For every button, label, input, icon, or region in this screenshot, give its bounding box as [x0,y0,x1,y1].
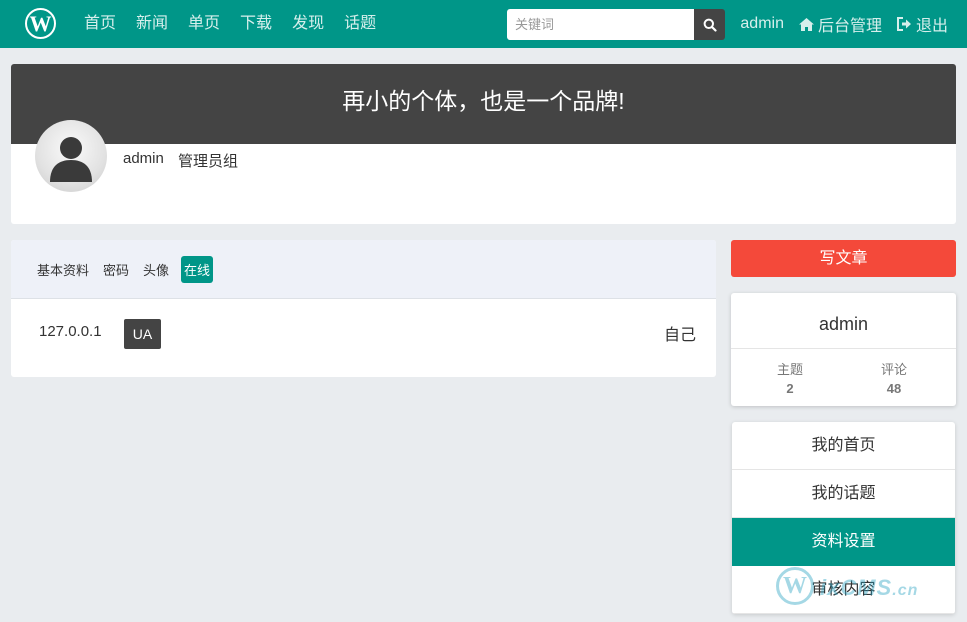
stat-topics[interactable]: 主题 2 [750,359,830,396]
nav-link-download[interactable]: 下载 [240,0,272,48]
nav-link-single-page[interactable]: 单页 [188,0,220,48]
stats-username: admin [731,293,956,349]
nav-link-news[interactable]: 新闻 [136,0,168,48]
menu-item-my-home[interactable]: 我的首页 [732,422,955,470]
session-ip: 127.0.0.1 [39,323,102,340]
tab-avatar[interactable]: 头像 [141,257,171,282]
user-link[interactable]: admin [740,15,784,33]
stat-comments-label: 评论 [880,362,907,377]
nav-right: admin 后台管理 退出 [725,0,948,48]
nav-link-topics[interactable]: 话题 [344,0,376,48]
profile-username: admin [123,150,164,167]
logout-link[interactable]: 退出 [896,12,948,36]
stat-topics-label: 主题 [776,362,803,377]
stat-comments-value: 48 [886,381,902,396]
nav-link-discover[interactable]: 发现 [292,0,324,48]
search-box [507,9,725,40]
nav-links: 首页 新闻 单页 下载 发现 话题 [84,0,396,48]
search-button[interactable] [694,9,725,40]
top-navbar: W 首页 新闻 单页 下载 发现 话题 admin 后台管理 [0,0,967,48]
profile-group: 管理员组 [178,153,239,170]
profile-card: 再小的个体，也是一个品牌! admin 管理员组 [11,64,956,224]
user-stats-card: admin 主题 2 评论 48 [731,293,956,406]
side-menu: 我的首页 我的话题 资料设置 审核内容 [732,422,955,614]
home-icon [798,17,814,31]
session-owner: 自己 [663,327,696,344]
logout-label: 退出 [915,18,948,35]
stat-comments[interactable]: 评论 48 [854,359,934,396]
search-input[interactable] [507,9,694,40]
user-silhouette-icon [50,137,92,182]
avatar[interactable] [35,120,107,192]
menu-item-review-content[interactable]: 审核内容 [732,566,955,614]
admin-link-label: 后台管理 [817,18,882,35]
stat-topics-value: 2 [786,381,794,396]
ua-badge[interactable]: UA [124,319,161,349]
logout-icon [896,17,911,31]
tab-online[interactable]: 在线 [181,255,214,283]
profile-slogan: 再小的个体，也是一个品牌! [11,64,956,144]
tab-basic-info[interactable]: 基本资料 [35,257,91,282]
admin-link[interactable]: 后台管理 [798,12,882,36]
session-row: 127.0.0.1 UA 自己 [11,299,716,377]
search-icon [703,18,717,32]
nav-link-home[interactable]: 首页 [84,0,116,48]
main-panel: 基本资料 密码 头像 在线 127.0.0.1 UA 自己 [11,240,716,377]
settings-tabs: 基本资料 密码 头像 在线 [11,240,716,299]
write-article-button[interactable]: 写文章 [731,240,956,277]
menu-item-my-topics[interactable]: 我的话题 [732,470,955,518]
menu-item-profile-settings[interactable]: 资料设置 [732,518,955,566]
tab-password[interactable]: 密码 [101,257,131,282]
site-logo[interactable]: W [25,8,56,39]
